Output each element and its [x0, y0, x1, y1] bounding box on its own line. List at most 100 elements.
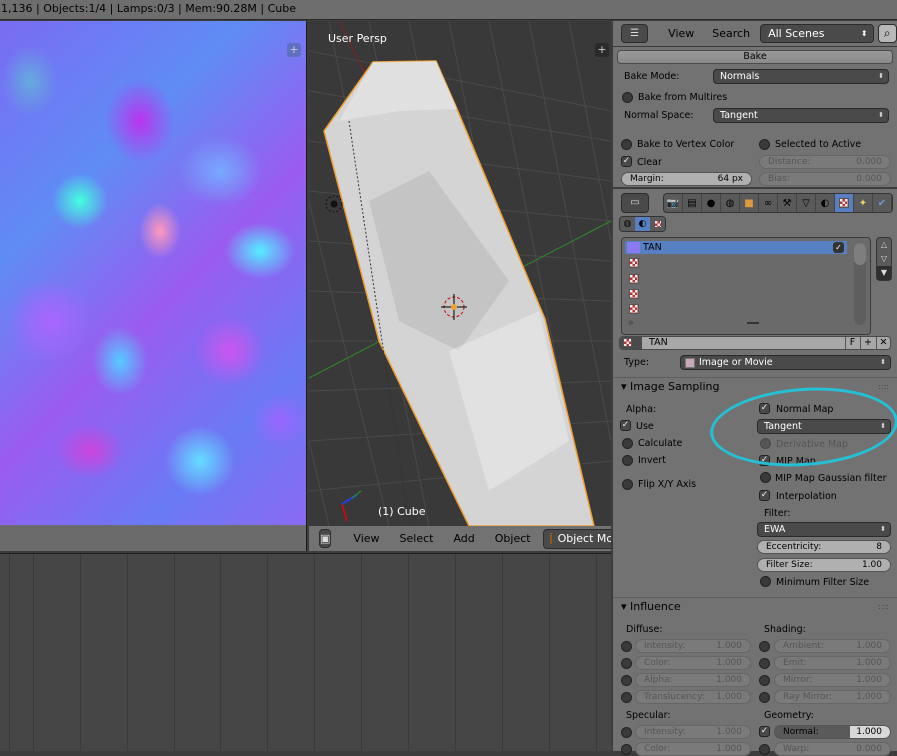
physics-tab-icon[interactable]: ✔ — [873, 194, 892, 212]
normal-space-dropdown[interactable]: Tangent ⬍ — [713, 108, 889, 123]
scene-filter-dropdown[interactable]: All Scenes ⬍ — [760, 24, 874, 43]
filter-dropdown[interactable]: EWA ⬍ — [757, 522, 891, 537]
list-scrollbar[interactable] — [854, 243, 866, 325]
diffuse-intensity-checkbox[interactable] — [621, 641, 632, 652]
distance-field[interactable]: Distance: 0.000 — [759, 155, 891, 169]
geometry-normal-checkbox[interactable]: ✓ — [759, 726, 770, 737]
min-filter-size-checkbox[interactable] — [760, 576, 771, 587]
other-texture-icon[interactable] — [650, 217, 665, 231]
diffuse-translucency-checkbox[interactable] — [621, 692, 632, 703]
uv-image-editor[interactable]: + — [0, 21, 307, 551]
shading-emit-field[interactable]: Emit: 1.000 — [774, 656, 891, 670]
image-sampling-panel-header[interactable]: ▾ Image Sampling:::: — [613, 377, 897, 395]
menu-view[interactable]: View — [353, 532, 379, 545]
use-alpha-checkbox[interactable]: ✓ — [620, 420, 631, 431]
specular-intensity-checkbox[interactable] — [621, 727, 632, 738]
render-tab-icon[interactable]: 📷 — [664, 194, 683, 212]
scene-tab-icon[interactable]: ● — [702, 194, 721, 212]
eccentricity-field[interactable]: Eccentricity: 8 — [757, 540, 891, 554]
object-tab-icon[interactable]: ■ — [740, 194, 759, 212]
texture-slot-row[interactable] — [625, 287, 847, 300]
material-tab-icon[interactable]: ◐ — [816, 194, 835, 212]
flip-xy-checkbox[interactable] — [622, 479, 633, 490]
fake-user-button[interactable]: F — [845, 337, 859, 349]
texture-slot-row[interactable] — [625, 256, 847, 269]
normal-map-checkbox[interactable]: ✓ — [759, 403, 770, 414]
unlink-icon[interactable]: ✕ — [876, 337, 890, 349]
diffuse-alpha-checkbox[interactable] — [621, 675, 632, 686]
shading-mirror-checkbox[interactable] — [759, 675, 770, 686]
drag-grip-icon[interactable]: :::: — [878, 378, 889, 396]
specular-color-checkbox[interactable] — [621, 744, 632, 755]
shading-emit-checkbox[interactable] — [759, 658, 770, 669]
lamp-icon[interactable] — [325, 195, 343, 213]
texture-slot-row[interactable] — [625, 272, 847, 285]
influence-panel-header[interactable]: ▾ Influence:::: — [613, 597, 897, 615]
mode-dropdown[interactable]: Object Mode — [542, 528, 611, 549]
clear-checkbox[interactable]: ✓ — [621, 156, 632, 167]
menu-view[interactable]: View — [668, 27, 694, 40]
mip-map-checkbox[interactable]: ✓ — [759, 455, 770, 466]
3d-viewport[interactable]: User Persp (1) Cube + — [309, 21, 611, 526]
particles-tab-icon[interactable]: ✦ — [854, 194, 873, 212]
specular-color-field[interactable]: Color: 1.000 — [635, 742, 751, 756]
menu-object[interactable]: Object — [495, 532, 531, 545]
specular-intensity-field[interactable]: Intensity: 1.000 — [635, 725, 751, 739]
diffuse-translucency-field[interactable]: Translucency: 1.000 — [635, 690, 751, 704]
browse-texture-button[interactable] — [620, 337, 642, 349]
shading-ambient-field[interactable]: Ambient: 1.000 — [774, 639, 891, 653]
properties-editor-type-button[interactable]: ▭ — [621, 193, 649, 213]
invert-alpha-checkbox[interactable] — [622, 455, 633, 466]
material-texture-icon[interactable]: ◐ — [635, 217, 650, 231]
world-texture-icon[interactable]: ◍ — [620, 217, 635, 231]
menu-search[interactable]: Search — [712, 27, 750, 40]
texture-name-field[interactable]: TAN — [649, 337, 668, 349]
normal-map-space-dropdown[interactable]: Tangent ⬍ — [757, 419, 891, 434]
render-layers-tab-icon[interactable]: ▤ — [683, 194, 702, 212]
diffuse-color-field[interactable]: Color: 1.000 — [635, 656, 751, 670]
list-resize-handle[interactable] — [747, 322, 759, 324]
selected-to-active-checkbox[interactable] — [759, 139, 770, 150]
scrollbar-thumb[interactable] — [854, 243, 866, 265]
margin-field[interactable]: Margin: 64 px — [621, 172, 752, 186]
slot-enabled-checkbox[interactable]: ✓ — [833, 242, 844, 253]
properties-toggle-plus-icon[interactable]: + — [287, 43, 301, 57]
shading-ray-mirror-field[interactable]: Ray Mirror: 1.000 — [774, 690, 891, 704]
geometry-warp-field[interactable]: Warp: 0.000 — [774, 742, 891, 756]
interpolation-checkbox[interactable]: ✓ — [759, 490, 770, 501]
data-tab-icon[interactable]: ▽ — [797, 194, 816, 212]
drag-grip-icon[interactable]: :::: — [878, 598, 889, 616]
world-tab-icon[interactable]: ◍ — [721, 194, 740, 212]
shading-mirror-field[interactable]: Mirror: 1.000 — [774, 673, 891, 687]
mip-map-gaussian-checkbox[interactable] — [760, 472, 771, 483]
toolshelf-plus-icon[interactable]: + — [595, 43, 609, 57]
diffuse-intensity-field[interactable]: Intensity: 1.000 — [635, 639, 751, 653]
menu-add[interactable]: Add — [453, 532, 474, 545]
move-down-icon[interactable]: ▽ — [877, 252, 891, 266]
geometry-normal-field[interactable]: Normal: 1.000 — [774, 725, 891, 739]
texture-type-dropdown[interactable]: Image or Movie ⬍ — [680, 355, 891, 370]
add-slot-icon[interactable]: ⊕ — [628, 319, 634, 327]
search-button[interactable]: ⌕ — [877, 24, 897, 43]
bake-mode-dropdown[interactable]: Normals ⬍ — [713, 69, 889, 84]
texture-tab-icon[interactable] — [835, 194, 854, 212]
texture-slot-row[interactable]: TAN ✓ — [625, 241, 847, 254]
geometry-warp-checkbox[interactable] — [759, 744, 770, 755]
modifiers-tab-icon[interactable]: ⚒ — [778, 194, 797, 212]
shading-ray-mirror-checkbox[interactable] — [759, 692, 770, 703]
filter-size-field[interactable]: Filter Size: 1.00 — [757, 558, 891, 572]
bias-field[interactable]: Bias: 0.000 — [759, 172, 891, 186]
specials-menu-icon[interactable]: ▼ — [877, 266, 891, 280]
diffuse-color-checkbox[interactable] — [621, 658, 632, 669]
outliner-editor-type-button[interactable]: ☰ — [621, 24, 649, 43]
editor-type-button[interactable]: ▣ — [319, 529, 332, 548]
menu-select[interactable]: Select — [400, 532, 434, 545]
bake-button[interactable]: Bake — [617, 50, 893, 64]
derivative-map-checkbox[interactable] — [760, 438, 771, 449]
bake-from-multires-checkbox[interactable] — [622, 92, 633, 103]
calculate-alpha-checkbox[interactable] — [622, 438, 633, 449]
constraints-tab-icon[interactable]: ∞ — [759, 194, 778, 212]
move-up-icon[interactable]: △ — [877, 238, 891, 252]
timeline-area[interactable] — [0, 553, 611, 751]
bake-to-vertex-color-checkbox[interactable] — [621, 139, 632, 150]
